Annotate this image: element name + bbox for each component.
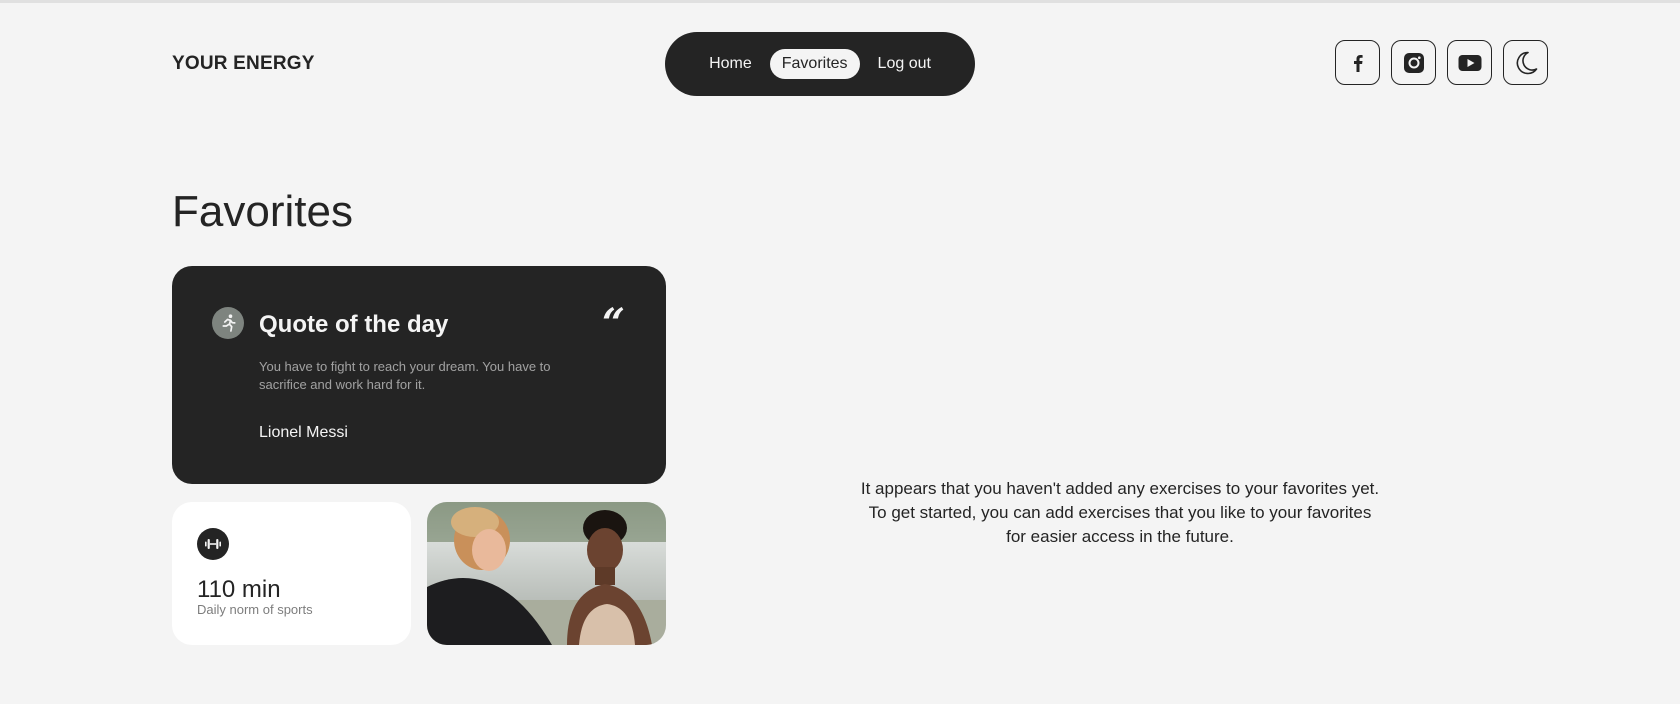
instagram-icon bbox=[1403, 52, 1424, 73]
nav-favorites[interactable]: Favorites bbox=[769, 49, 860, 79]
quote-title: Quote of the day bbox=[259, 311, 449, 338]
stat-value: 110 min bbox=[197, 576, 281, 603]
theme-toggle-button[interactable] bbox=[1503, 40, 1548, 85]
facebook-icon bbox=[1353, 54, 1363, 72]
quote-card: Quote of the day “ You have to fight to … bbox=[172, 266, 666, 484]
runner-icon bbox=[222, 314, 236, 332]
training-photo bbox=[427, 502, 666, 645]
stat-icon-badge bbox=[197, 528, 229, 560]
page-title: Favorites bbox=[172, 187, 353, 236]
dumbbell-icon bbox=[205, 539, 221, 549]
moon-icon bbox=[1516, 51, 1537, 74]
nav-home[interactable]: Home bbox=[697, 49, 764, 79]
facebook-button[interactable] bbox=[1335, 40, 1380, 85]
youtube-icon bbox=[1458, 54, 1481, 71]
training-photo-image bbox=[427, 502, 666, 645]
main-nav: Home Favorites Log out bbox=[665, 32, 975, 96]
quote-author: Lionel Messi bbox=[259, 424, 348, 441]
empty-message-line: To get started, you can add exercises th… bbox=[868, 503, 1372, 522]
instagram-button[interactable] bbox=[1391, 40, 1436, 85]
empty-favorites-message: It appears that you haven't added any ex… bbox=[820, 477, 1420, 549]
stat-label: Daily norm of sports bbox=[197, 602, 313, 617]
empty-message-line: It appears that you haven't added any ex… bbox=[860, 479, 1380, 498]
youtube-button[interactable] bbox=[1447, 40, 1492, 85]
social-links bbox=[1335, 40, 1548, 85]
empty-message-line: for easier access in the future. bbox=[1006, 527, 1234, 546]
quote-mark-icon: “ bbox=[602, 300, 626, 347]
quote-icon-badge bbox=[212, 307, 244, 339]
nav-logout[interactable]: Log out bbox=[866, 49, 943, 79]
logo[interactable]: YOUR ENERGY bbox=[172, 53, 315, 75]
daily-norm-card: 110 min Daily norm of sports bbox=[172, 502, 411, 645]
quote-text: You have to fight to reach your dream. Y… bbox=[259, 359, 551, 392]
